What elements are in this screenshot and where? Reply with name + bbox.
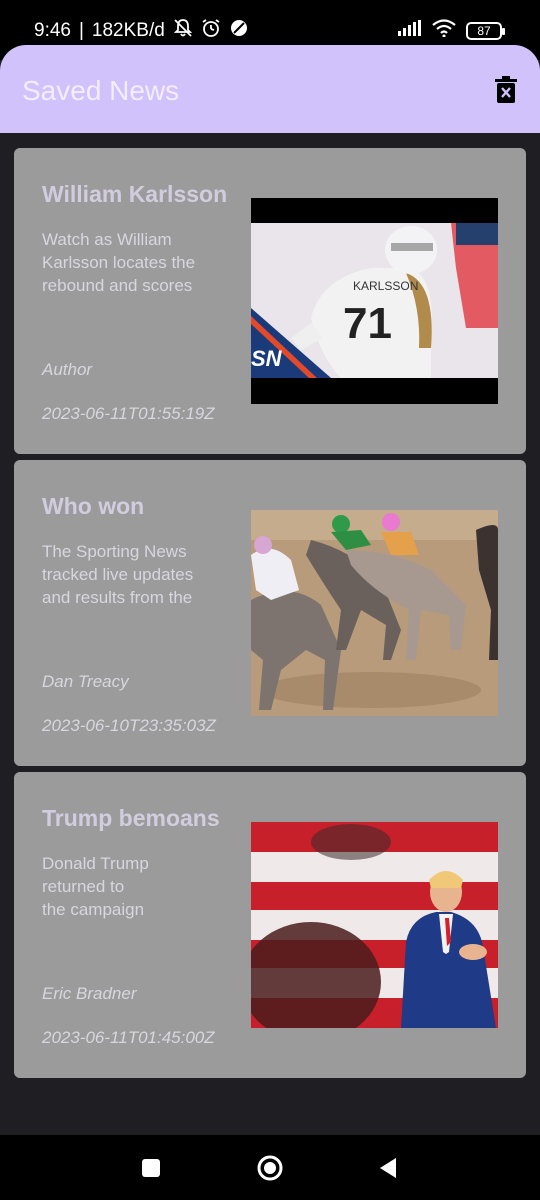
svg-text:71: 71 [343,299,392,348]
status-left: 9:46 | 182KB/d [34,18,249,44]
article-author: Dan Treacy [42,672,129,691]
news-card[interactable]: Trump bemoans Donald Trump returned to t… [14,772,526,1078]
battery-icon: 87 [466,21,505,40]
article-date: 2023-06-11T01:45:00Z [42,1028,215,1047]
article-image [251,510,498,716]
article-title: William Karlsson [42,181,228,207]
back-icon [380,1158,396,1178]
article-date: 2023-06-10T23:35:03Z [42,716,216,735]
article-author: Eric Bradner [42,984,137,1003]
alarm-icon [201,18,221,44]
news-card[interactable]: Who won The Sporting News tracked live u… [14,460,526,766]
wifi-icon [432,19,456,42]
status-right: 87 [398,19,505,42]
article-title: Who won [42,493,145,519]
article-description: Donald Trump returned to the campaign [42,854,149,919]
article-image: SN 71 KARLSSON [251,198,498,404]
app-bar: Saved News [0,45,540,133]
status-network-speed: 182KB/d [91,20,165,41]
delete-all-button[interactable] [494,75,518,105]
delete-icon [495,76,517,103]
signal-icon [398,20,422,41]
svg-text:KARLSSON: KARLSSON [353,279,418,293]
data-saver-icon [229,18,249,44]
back-button[interactable] [378,1157,398,1184]
page-title: Saved News [22,75,180,106]
article-description: Watch as William Karlsson locates the re… [42,230,196,295]
recents-icon [142,1159,160,1177]
article-title: Trump bemoans [42,805,220,831]
article-image [251,822,498,1028]
bell-off-icon [173,18,193,44]
status-time: 9:46 [34,20,71,41]
home-icon [257,1155,283,1181]
news-card[interactable]: William Karlsson Watch as William Karlss… [14,148,526,454]
navigation-bar [0,1135,540,1200]
article-date: 2023-06-11T01:55:19Z [42,404,215,423]
recents-button[interactable] [141,1158,161,1183]
saved-news-list: William Karlsson Watch as William Karlss… [14,148,526,1084]
article-description: The Sporting News tracked live updates a… [42,542,194,607]
home-button[interactable] [257,1155,283,1186]
svg-text:SN: SN [251,346,283,371]
article-author: Author [42,360,93,379]
battery-level: 87 [477,23,491,38]
status-divider: | [78,20,84,41]
